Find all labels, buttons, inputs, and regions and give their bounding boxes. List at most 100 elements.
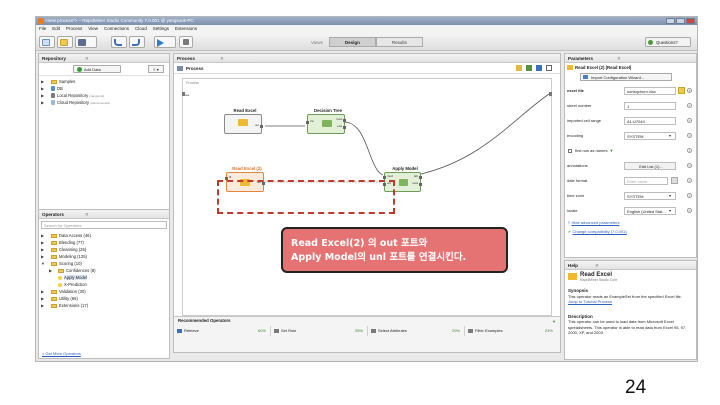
breadcrumb-process[interactable]: Process: [186, 66, 204, 71]
mod-out-port[interactable]: [419, 183, 422, 186]
recommended-select-attributes[interactable]: Select Attributes 29%: [370, 326, 465, 336]
menu-cloud[interactable]: Cloud: [135, 25, 147, 33]
add-data-button[interactable]: Add Data: [73, 65, 121, 73]
menu-extensions[interactable]: Extensions: [175, 25, 197, 33]
new-process-button[interactable]: [39, 36, 55, 48]
cell-range-input[interactable]: A1:U7044: [624, 117, 676, 125]
repository-menu-button[interactable]: ≡ ▾: [148, 65, 164, 73]
view-switcher: Views Design Results: [311, 37, 423, 47]
collapse-icon[interactable]: ▼: [552, 319, 556, 324]
fit-icon[interactable]: [546, 65, 552, 71]
operator-group-confidences[interactable]: ▶ Confidences (8): [39, 267, 169, 274]
tab-results[interactable]: Results: [375, 37, 423, 47]
repository-item-db[interactable]: ▶ DB: [39, 85, 169, 92]
operator-group-data-access[interactable]: ▶ Data Access (46): [39, 232, 169, 239]
parameters-title: Parameters: [568, 56, 594, 61]
operator-read-excel[interactable]: Read Excel out: [224, 108, 263, 134]
get-more-operators-link[interactable]: » Get More Operators: [42, 351, 81, 356]
operator-group-utility[interactable]: ▶ Utility (65): [39, 295, 169, 302]
menu-process[interactable]: Process: [66, 25, 82, 33]
run-process-button[interactable]: [154, 36, 176, 48]
menu-view[interactable]: View: [88, 25, 98, 33]
sheet-number-input[interactable]: 1: [624, 102, 676, 110]
maximize-button[interactable]: [676, 18, 685, 24]
menu-settings[interactable]: Settings: [153, 25, 169, 33]
import-configuration-wizard-button[interactable]: Import Configuration Wizard...: [580, 73, 672, 81]
help-icon[interactable]: ?: [687, 193, 692, 198]
calendar-icon[interactable]: [671, 177, 678, 184]
menu-file[interactable]: File: [39, 25, 46, 33]
connection-model-result: [420, 93, 550, 175]
repository-item-cloud[interactable]: ▶ Cloud Repository (disconnected): [39, 99, 169, 106]
tab-design[interactable]: Design: [328, 37, 376, 47]
recommended-set-role[interactable]: Set Role 35%: [273, 326, 368, 336]
operator-group-modeling[interactable]: ▶ Modeling (125): [39, 253, 169, 260]
close-button[interactable]: [686, 18, 695, 24]
excel-file-input[interactable]: sortsqchurn.xlsx: [624, 87, 676, 95]
repository-item-samples[interactable]: ▶ Samples: [39, 78, 169, 85]
lab-port[interactable]: [419, 176, 422, 179]
close-icon[interactable]: ✕: [220, 54, 224, 63]
folder-icon: [51, 289, 57, 294]
auto-wire-icon[interactable]: [516, 65, 522, 71]
operator-group-scoring[interactable]: ▼ Scoring (10): [39, 260, 169, 267]
operator-decision-tree[interactable]: Decision Tree tra mod exa: [306, 108, 346, 134]
help-icon[interactable]: ?: [687, 178, 692, 183]
rapidminer-logo-icon: [38, 18, 44, 24]
help-title: Help: [568, 263, 578, 268]
operators-header: Operators ✕: [39, 210, 169, 219]
close-icon[interactable]: ✕: [595, 261, 599, 270]
operator-search-input[interactable]: Search for Operators: [41, 221, 167, 229]
mod-in-port[interactable]: [383, 176, 386, 179]
folder-open-icon: [60, 39, 68, 46]
save-process-button[interactable]: [75, 36, 97, 48]
operator-apply-model[interactable]: Apply Model: [39, 274, 169, 281]
menu-edit[interactable]: Edit: [52, 25, 60, 33]
operator-group-blending[interactable]: ▶ Blending (77): [39, 239, 169, 246]
operator-group-extensions[interactable]: ▶ Extensions (17): [39, 302, 169, 309]
process-tab-header: Process ✕: [174, 54, 560, 63]
decision-tree-icon: [322, 120, 332, 127]
minimize-button[interactable]: [666, 18, 675, 24]
recommended-filter-examples[interactable]: Filter Examples 24%: [467, 326, 557, 336]
operator-group-validation[interactable]: ▶ Validation (30): [39, 288, 169, 295]
mod-port[interactable]: [343, 119, 346, 122]
undo-button[interactable]: [111, 36, 127, 48]
open-process-button[interactable]: [57, 36, 73, 48]
repository-item-local[interactable]: ▶ Local Repository (yangsook): [39, 92, 169, 99]
zoom-icon[interactable]: [536, 65, 542, 71]
redo-button[interactable]: [129, 36, 145, 48]
process-tab-label[interactable]: Process: [177, 56, 195, 61]
help-icon[interactable]: ?: [687, 148, 692, 153]
help-icon[interactable]: ?: [687, 133, 692, 138]
param-first-row-as-names: first row as names ▼?: [567, 147, 694, 155]
out-port[interactable]: [260, 125, 263, 128]
change-compatibility-link[interactable]: Change compatibility (7.0.001): [572, 229, 626, 234]
stop-process-button[interactable]: [179, 36, 193, 48]
recommended-retrieve[interactable]: Retrieve 60%: [176, 326, 271, 336]
help-icon[interactable]: ?: [687, 103, 692, 108]
close-icon[interactable]: ✕: [85, 54, 89, 63]
questions-label: Questions?: [656, 40, 678, 45]
close-icon[interactable]: ✕: [617, 54, 621, 63]
operator-group-cleansing[interactable]: ▶ Cleansing (26): [39, 246, 169, 253]
tutorial-process-link[interactable]: Jump to Tutorial Process: [568, 299, 693, 305]
help-icon[interactable]: ?: [687, 118, 692, 123]
help-icon[interactable]: ?: [687, 163, 692, 168]
repository-title: Repository: [42, 56, 66, 61]
help-icon[interactable]: ?: [687, 208, 692, 213]
help-icon[interactable]: ?: [687, 88, 692, 93]
menu-connections[interactable]: Connections: [104, 25, 129, 33]
param-sheet-number: sheet number 1?: [567, 102, 692, 110]
arrange-icon[interactable]: [526, 65, 532, 71]
close-icon[interactable]: ✕: [85, 210, 89, 219]
first-row-checkbox[interactable]: [568, 149, 572, 153]
date-format-input[interactable]: Enter value...: [624, 177, 668, 185]
tra-port[interactable]: [306, 121, 309, 124]
edit-list-button[interactable]: Edit List (1)...: [624, 162, 676, 170]
operator-x-prediction[interactable]: X-Prediction: [39, 281, 169, 288]
exa-port[interactable]: [343, 126, 346, 129]
questions-button[interactable]: Questions?: [645, 37, 691, 47]
hide-advanced-link[interactable]: Hide advanced parameters: [571, 220, 619, 225]
browse-folder-icon[interactable]: [678, 87, 685, 94]
